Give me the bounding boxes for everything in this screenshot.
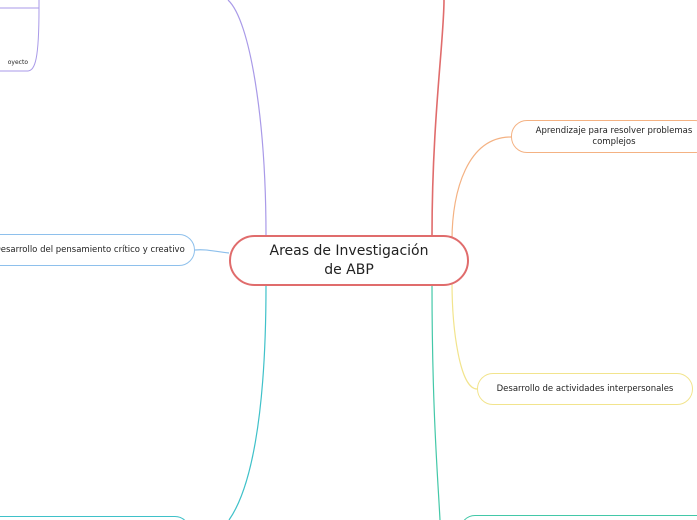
connector-orange xyxy=(451,136,512,241)
mind-map-canvas: Areas de Investigación de ABP Aprendizaj… xyxy=(0,0,697,520)
connector-yellow xyxy=(451,281,478,390)
connector-teal xyxy=(228,284,267,520)
topic-node-bottom-right-partial[interactable] xyxy=(460,515,697,520)
central-topic-node[interactable]: Areas de Investigación de ABP xyxy=(229,235,469,286)
connector-blue xyxy=(194,249,230,254)
connector-green xyxy=(431,284,441,520)
topic-node-proyecto-partial[interactable]: oyecto xyxy=(0,55,32,71)
topic-label-proyecto-partial: oyecto xyxy=(7,59,28,66)
topic-node-bottom-left-partial[interactable] xyxy=(0,516,190,520)
topic-node-actividades[interactable]: Desarrollo de actividades interpersonale… xyxy=(477,373,693,405)
topic-node-pensamiento[interactable]: Desarrollo del pensamiento crítico y cre… xyxy=(0,234,195,266)
connector-purple-top xyxy=(227,0,267,237)
topic-node-aprendizaje[interactable]: Aprendizaje para resolver problemas comp… xyxy=(511,120,697,153)
topic-label-actividades: Desarrollo de actividades interpersonale… xyxy=(496,383,674,394)
central-topic-label: Areas de Investigación de ABP xyxy=(269,242,429,278)
topic-label-aprendizaje: Aprendizaje para resolver problemas comp… xyxy=(535,125,693,147)
topic-label-pensamiento: Desarrollo del pensamiento crítico y cre… xyxy=(0,244,185,255)
connector-red-top xyxy=(431,0,445,237)
